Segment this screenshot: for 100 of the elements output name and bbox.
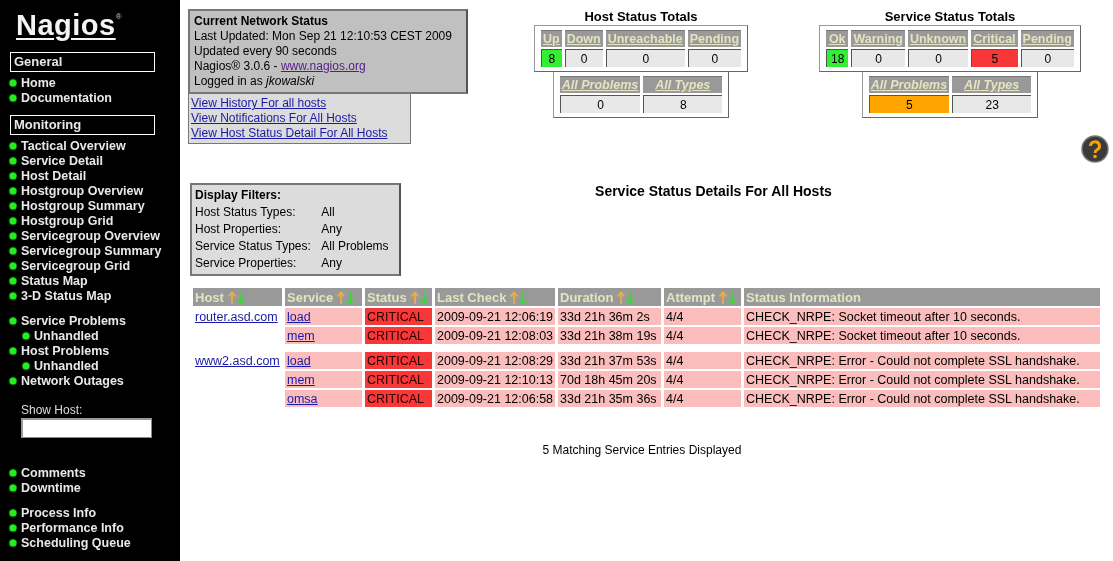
totals-value: 5 [971, 49, 1018, 67]
nav-link[interactable]: Downtime [21, 480, 81, 495]
nav-link[interactable]: Servicegroup Grid [21, 258, 131, 273]
table-cell: 2009-09-21 12:10:13 [435, 371, 555, 389]
bullet-icon [8, 315, 18, 326]
bullet-icon [8, 215, 18, 226]
nav-link[interactable]: Hostgroup Overview [21, 183, 144, 198]
nav-link[interactable]: Unhandled [34, 358, 99, 373]
status-cell: CRITICAL [365, 371, 432, 389]
status-cell: CRITICAL [365, 390, 432, 408]
filter-value: Any [321, 255, 343, 272]
bullet-icon [8, 230, 18, 241]
nav-link[interactable]: Hostgroup Grid [21, 213, 114, 228]
totals-value: 0 [564, 49, 603, 67]
show-host-field[interactable] [21, 418, 152, 438]
totals-value: 0 [605, 49, 685, 67]
nav-link[interactable]: Servicegroup Overview [21, 228, 160, 243]
column-header: Duration [558, 288, 661, 307]
nav-link[interactable]: Host Problems [21, 343, 110, 358]
bullet-icon [21, 330, 31, 341]
totals-title: Host Status Totals [584, 9, 698, 24]
column-header: Service [285, 288, 362, 307]
service-link[interactable]: load [287, 309, 311, 324]
service-link[interactable]: mem [287, 328, 315, 343]
version-text: Nagios® 3.0.6 - [194, 59, 279, 73]
table-cell: 2009-09-21 12:06:19 [435, 308, 555, 326]
service-link[interactable]: load [287, 353, 311, 368]
host-link[interactable]: www2.asd.com [195, 353, 280, 368]
bullet-icon [8, 275, 18, 286]
sort-arrows-icon[interactable] [616, 290, 637, 305]
totals-value: 0 [1020, 49, 1074, 67]
table-title: Service Status Details For All Hosts [595, 183, 832, 199]
filter-label: Service Status Types: [195, 238, 312, 255]
sort-arrows-icon[interactable] [226, 290, 247, 305]
table-cell: CHECK_NRPE: Socket timeout after 10 seconds. [744, 308, 1100, 326]
column-header: Attempt [664, 288, 741, 307]
nav-link[interactable]: Tactical Overview [21, 138, 126, 153]
nav-link[interactable]: Process Info [21, 505, 97, 520]
help-icon[interactable] [1080, 135, 1109, 163]
filter-label: Host Properties: [195, 221, 283, 238]
bullet-icon [8, 345, 18, 356]
table-cell: 4/4 [664, 327, 741, 345]
nav-link[interactable]: Scheduling Queue [21, 535, 131, 550]
filter-value: Any [321, 221, 343, 238]
totals-value: 0 [687, 49, 742, 67]
nav-link[interactable]: Host Detail [21, 168, 87, 183]
logo[interactable]: Nagios [16, 8, 116, 42]
status-cell: CRITICAL [365, 308, 432, 326]
status-line: Last Updated: Mon Sep 21 12:10:53 CEST 2009 [194, 29, 453, 44]
nav-link[interactable]: Status Map [21, 273, 88, 288]
nav-link[interactable]: Network Outages [21, 373, 124, 388]
totals-title: Service Status Totals [884, 9, 1016, 24]
nav-link[interactable]: Documentation [21, 90, 112, 105]
bullet-icon [8, 482, 18, 493]
service-link[interactable]: mem [287, 372, 315, 387]
bullet-icon [8, 77, 18, 88]
totals-value: 23 [952, 95, 1032, 113]
filter-value: All [321, 204, 336, 221]
host-link[interactable]: router.asd.com [195, 309, 278, 324]
view-link[interactable]: View Host Status Detail For All Hosts [191, 126, 388, 141]
nav-link[interactable]: Comments [21, 465, 86, 480]
bullet-icon [8, 290, 18, 301]
table-cell: 4/4 [664, 371, 741, 389]
totals-value: 8 [541, 49, 562, 67]
status-cell: CRITICAL [365, 352, 432, 370]
table-cell: 33d 21h 38m 19s [558, 327, 661, 345]
field-label: Show Host: [21, 403, 84, 417]
sort-arrows-icon[interactable] [336, 290, 357, 305]
section-heading: Monitoring [10, 115, 155, 135]
bullet-icon [8, 260, 18, 271]
column-header: Last Check [435, 288, 555, 307]
sort-arrows-icon[interactable] [509, 290, 530, 305]
table-cell: 33d 21h 37m 53s [558, 352, 661, 370]
sort-arrows-icon[interactable] [718, 290, 739, 305]
website-link[interactable]: www.nagios.org [280, 59, 366, 73]
bullet-icon [8, 522, 18, 533]
nav-link[interactable]: Servicegroup Summary [21, 243, 162, 258]
nav-link[interactable]: Service Problems [21, 313, 126, 328]
nav-link[interactable]: Unhandled [34, 328, 99, 343]
nav-link[interactable]: Performance Info [21, 520, 124, 535]
bullet-icon [8, 170, 18, 181]
bullet-icon [8, 140, 18, 151]
view-link[interactable]: View Notifications For All Hosts [191, 111, 357, 126]
view-link[interactable]: View History For all hosts [191, 96, 327, 111]
table-cell: 2009-09-21 12:06:58 [435, 390, 555, 408]
sort-arrows-icon[interactable] [409, 290, 430, 305]
nav-link[interactable]: 3-D Status Map [21, 288, 112, 303]
table-cell: 70d 18h 45m 20s [558, 371, 661, 389]
nav-link[interactable]: Hostgroup Summary [21, 198, 145, 213]
table-cell: CHECK_NRPE: Error - Could not complete SSL handshake. [744, 371, 1100, 389]
filter-value: All Problems [321, 238, 390, 255]
totals-value: 0 [851, 49, 905, 67]
bullet-icon [8, 537, 18, 548]
nav-link[interactable]: Service Detail [21, 153, 103, 168]
nav-link[interactable]: Home [21, 75, 56, 90]
service-link[interactable]: omsa [287, 391, 318, 406]
table-cell: 4/4 [664, 390, 741, 408]
bullet-icon [8, 185, 18, 196]
table-cell: CHECK_NRPE: Error - Could not complete SSL handshake. [744, 390, 1100, 408]
bullet-icon [8, 200, 18, 211]
